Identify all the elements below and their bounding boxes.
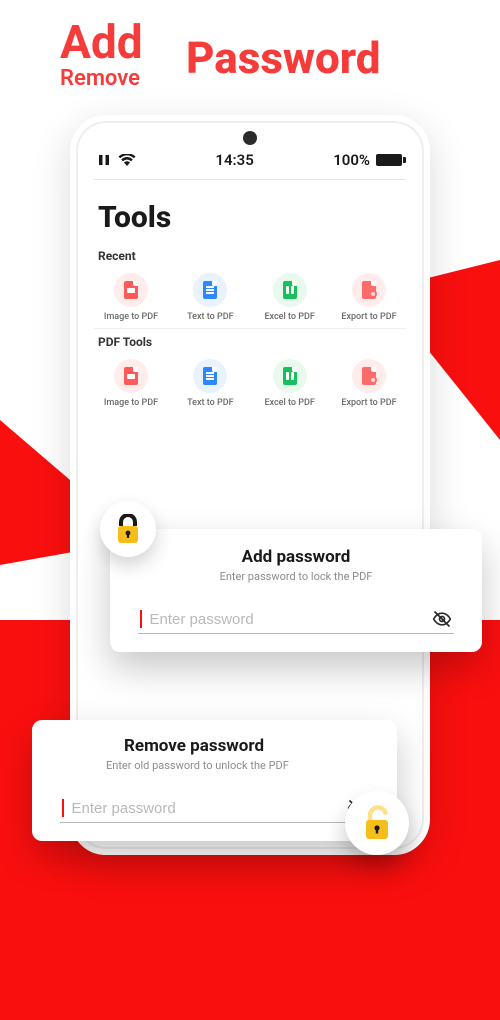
tool-excel-to-pdf[interactable]: Excel to PDF [253,359,327,408]
lock-badge [100,501,156,557]
page-title: Tools [94,190,406,243]
pause-icon [98,154,110,166]
status-bar-divider [94,179,406,180]
battery-icon [376,154,402,166]
file-excel-icon [273,359,307,393]
battery-percent-text: 100% [333,151,370,169]
tool-text-to-pdf[interactable]: Text to PDF [173,273,247,322]
tool-label: Text to PDF [173,312,247,322]
tool-text-to-pdf[interactable]: Text to PDF [173,359,247,408]
remove-card-title: Remove password [54,736,375,756]
tool-label: Excel to PDF [253,398,327,408]
file-export-icon [352,273,386,307]
hero-password-text: Password [186,32,381,84]
tool-export-to-pdf[interactable]: Export to PDF [332,359,406,408]
file-image-icon [114,273,148,307]
remove-password-card: Remove password Enter old password to un… [32,720,397,841]
add-card-subtitle: Enter password to lock the PDF [132,570,460,583]
tool-label: Excel to PDF [253,312,327,322]
tool-label: Export to PDF [332,312,406,322]
tool-image-to-pdf[interactable]: Image to PDF [94,359,168,408]
hero-heading: Add Remove Password [0,0,500,101]
file-export-icon [352,359,386,393]
add-password-field[interactable] [138,605,454,634]
file-excel-icon [273,273,307,307]
status-bar-left [98,154,136,166]
text-cursor [62,799,64,817]
unlock-badge [345,791,409,855]
recent-tools-row: Image to PDF Text to PDF Excel to PDF Ex… [94,265,406,329]
add-password-card: Add password Enter password to lock the … [110,529,482,652]
file-image-icon [114,359,148,393]
tool-export-to-pdf[interactable]: Export to PDF [332,273,406,322]
status-bar-right: 100% [333,151,402,169]
add-password-input[interactable] [150,611,425,628]
eye-off-icon[interactable] [432,609,452,629]
remove-password-field[interactable] [60,794,369,823]
remove-password-input[interactable] [72,800,340,817]
file-text-icon [193,359,227,393]
tool-label: Text to PDF [173,398,247,408]
pdf-tools-row: Image to PDF Text to PDF Excel to PDF Ex… [94,351,406,414]
status-bar-time: 14:35 [215,151,253,169]
remove-card-subtitle: Enter old password to unlock the PDF [54,759,375,772]
tool-image-to-pdf[interactable]: Image to PDF [94,273,168,322]
tool-label: Export to PDF [332,398,406,408]
tool-label: Image to PDF [94,312,168,322]
status-bar: 14:35 100% [94,149,406,175]
section-title-recent: Recent [94,243,406,265]
tool-label: Image to PDF [94,398,168,408]
unlock-icon [360,805,394,841]
lock-icon [114,514,142,544]
section-title-pdf-tools: PDF Tools [94,329,406,351]
add-card-title: Add password [132,547,460,567]
file-text-icon [193,273,227,307]
wifi-icon [118,154,136,166]
text-cursor [140,610,142,628]
phone-notch [243,131,257,145]
tool-excel-to-pdf[interactable]: Excel to PDF [253,273,327,322]
